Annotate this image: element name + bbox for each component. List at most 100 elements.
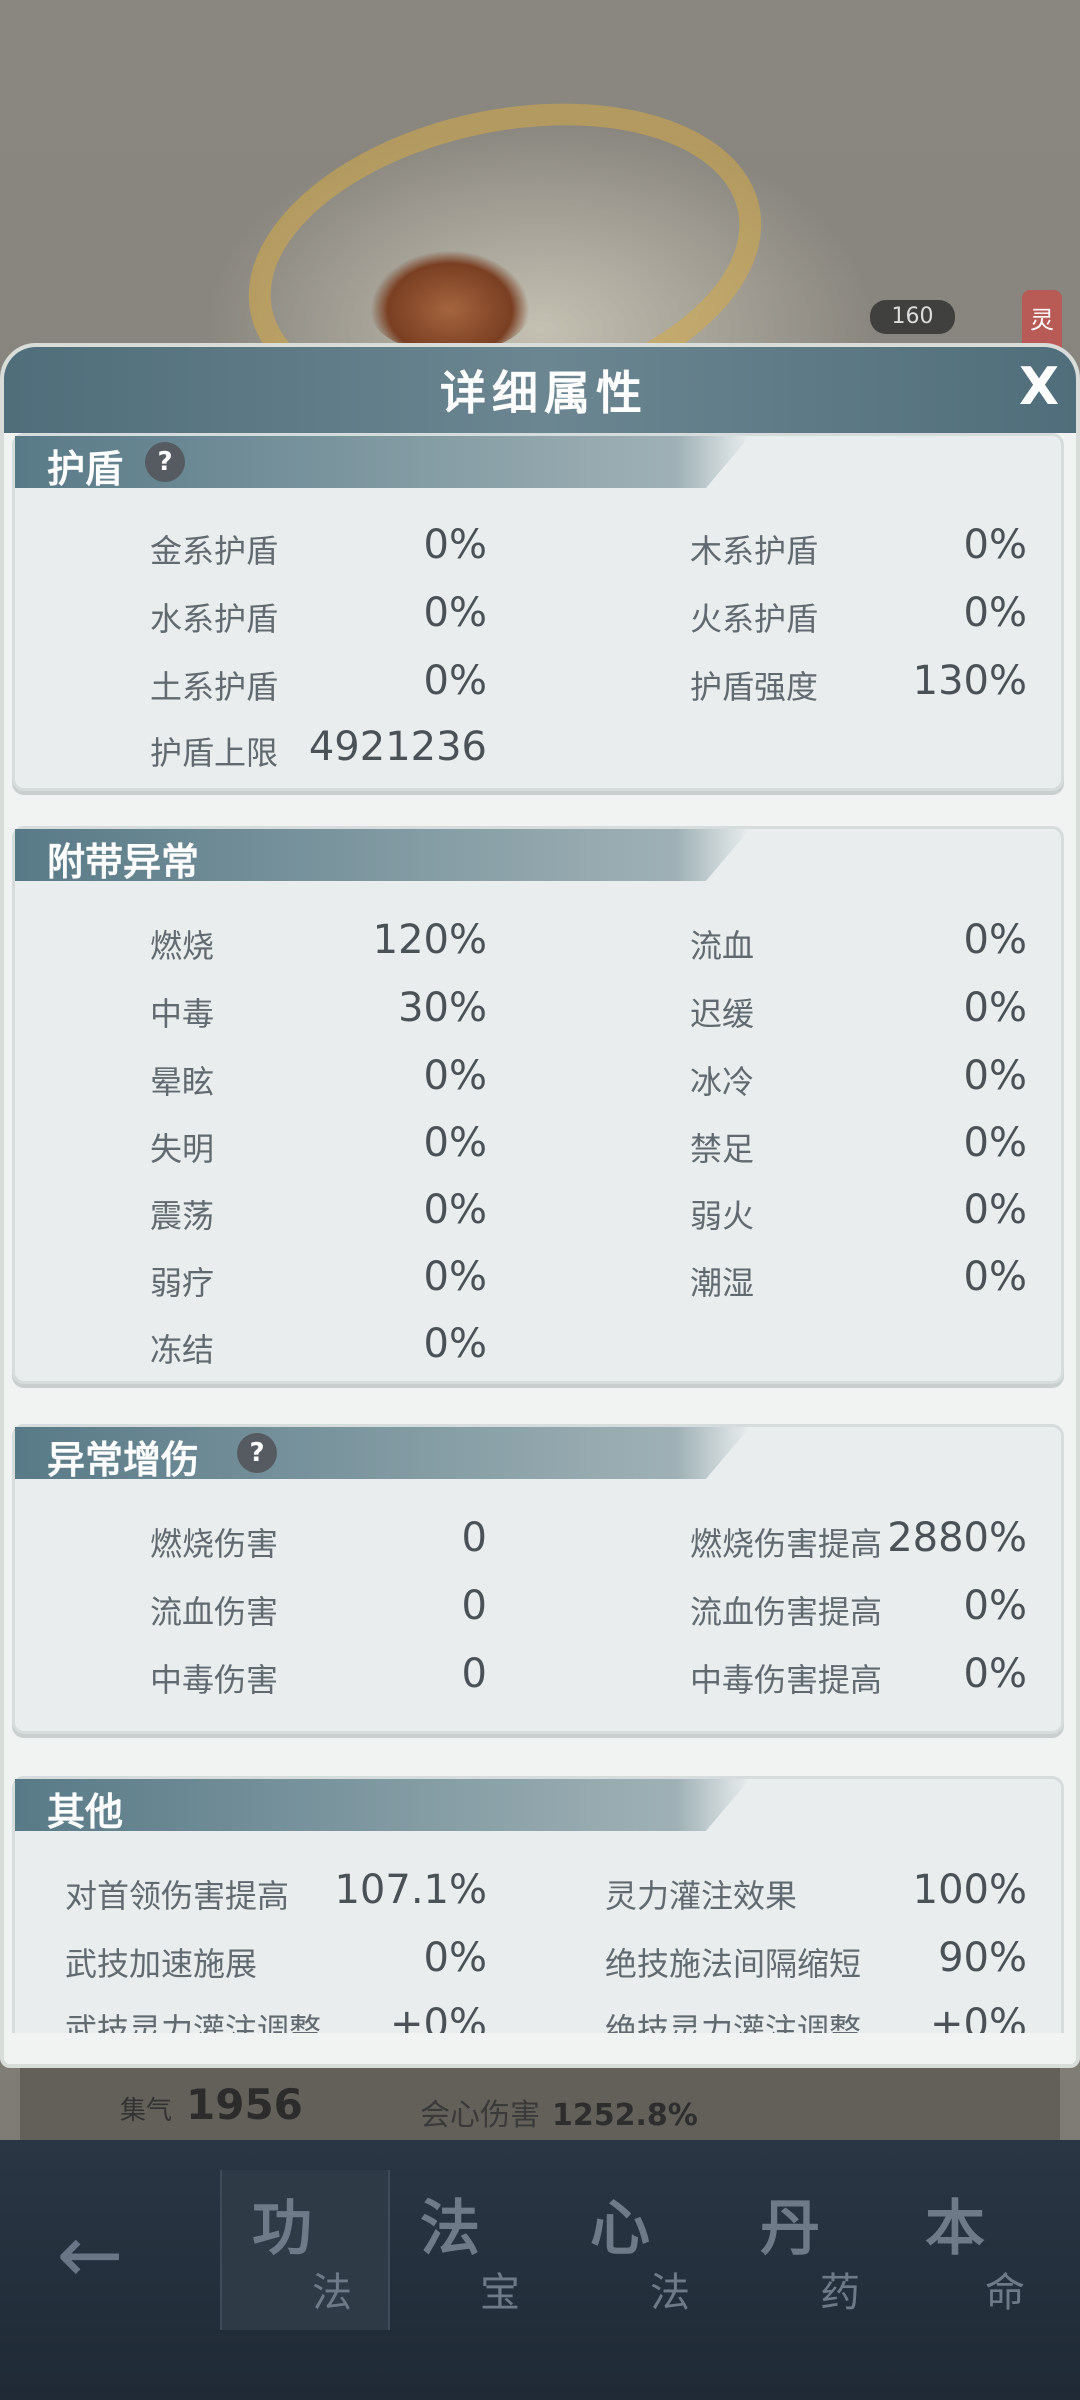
stat-value: 0%: [423, 1935, 487, 1981]
modal-header: 详细属性 X: [4, 347, 1076, 433]
stat-value: 0%: [963, 590, 1027, 636]
stat-label: 弱火: [690, 1197, 755, 1235]
help-icon[interactable]: ?: [145, 442, 185, 482]
nav-tab-danyao[interactable]: 丹 药: [730, 2170, 900, 2330]
stat-value: 0%: [423, 658, 487, 704]
stat-label: 对首领伤害提高: [65, 1877, 290, 1915]
stat-label: 迟缓: [690, 995, 755, 1033]
stat-value: 0%: [963, 917, 1027, 963]
detail-attributes-modal: 详细属性 X 护盾 ? 金系护盾 0% 木系护盾 0% 水系护盾 0% 火系护盾…: [0, 343, 1080, 2068]
attributes-scroll-area[interactable]: 护盾 ? 金系护盾 0% 木系护盾 0% 水系护盾 0% 火系护盾 0% 土系护…: [4, 433, 1076, 2033]
stat-value: 0%: [963, 985, 1027, 1031]
stat-value: 0%: [963, 1053, 1027, 1099]
stat-value: 0%: [423, 522, 487, 568]
stat-label: 绝技施法间隔缩短: [605, 1945, 862, 1983]
section-banner: [15, 1779, 750, 1831]
close-icon: X: [1018, 357, 1060, 417]
nav-tab-big-char: 心: [590, 2194, 650, 2264]
background-creature-icon: [370, 250, 530, 350]
qi-stat: 集气 1956: [120, 2080, 303, 2129]
nav-tab-small-char: 法: [312, 2270, 352, 2316]
close-button[interactable]: X: [1009, 357, 1069, 417]
stat-label: 燃烧: [150, 927, 215, 965]
arrow-left-icon: ←: [56, 2208, 124, 2301]
qi-stat-value: 1956: [186, 2080, 303, 2129]
stat-value: 0%: [423, 1053, 487, 1099]
stat-label: 禁足: [690, 1130, 755, 1168]
stat-label: 护盾强度: [690, 668, 819, 706]
stat-label: 水系护盾: [150, 600, 279, 638]
stat-label: 中毒伤害: [150, 1661, 279, 1699]
stat-label: 晕眩: [150, 1063, 215, 1101]
crit-damage-label: 会心伤害: [420, 2098, 540, 2133]
level-badge: 160: [870, 300, 955, 334]
nav-tab-xinfa[interactable]: 心 法: [560, 2170, 730, 2330]
stat-label: 土系护盾: [150, 668, 279, 706]
section-title: 附带异常: [47, 840, 200, 884]
stat-label: 潮湿: [690, 1264, 755, 1302]
help-icon[interactable]: ?: [237, 1433, 277, 1473]
nav-tab-small-char: 宝: [480, 2270, 520, 2316]
stat-label: 流血伤害: [150, 1593, 279, 1631]
stat-label: 流血: [690, 927, 755, 965]
stat-value: 0%: [423, 1120, 487, 1166]
section-shield: 护盾 ? 金系护盾 0% 木系护盾 0% 水系护盾 0% 火系护盾 0% 土系护…: [12, 433, 1064, 791]
stat-label: 燃烧伤害: [150, 1525, 279, 1563]
stat-value: 0%: [423, 1321, 487, 1367]
section-abnormal: 附带异常 燃烧 120% 流血 0% 中毒 30% 迟缓 0% 晕眩 0% 冰冷…: [12, 826, 1064, 1384]
stat-label: 弱疗: [150, 1264, 215, 1302]
stat-label: 灵力灌注效果: [605, 1877, 798, 1915]
section-other: 其他 对首领伤害提高 107.1% 灵力灌注效果 100% 武技加速施展 0% …: [12, 1776, 1064, 2033]
section-title: 其他: [47, 1790, 124, 1834]
side-tag[interactable]: 灵: [1022, 290, 1062, 350]
stat-value: 0%: [963, 522, 1027, 568]
stat-label: 金系护盾: [150, 532, 279, 570]
stat-value: 107.1%: [334, 1867, 487, 1913]
stat-label: 武技灵力灌注调整: [65, 2011, 322, 2033]
stat-label: 护盾上限: [150, 734, 279, 772]
nav-tab-small-char: 命: [985, 2270, 1025, 2316]
nav-tab-big-char: 丹: [760, 2194, 820, 2264]
stat-value: 90%: [938, 1935, 1027, 1981]
back-button[interactable]: ←: [40, 2210, 140, 2300]
stat-value: 30%: [398, 985, 487, 1031]
stat-value: 120%: [372, 917, 487, 963]
stat-label: 木系护盾: [690, 532, 819, 570]
section-abnormal-damage: 异常增伤 ? 燃烧伤害 0 燃烧伤害提高 2880% 流血伤害 0 流血伤害提高…: [12, 1424, 1064, 1734]
nav-tab-benming[interactable]: 本 命: [895, 2170, 1065, 2330]
stat-label: 冰冷: [690, 1063, 755, 1101]
stat-label: 中毒: [150, 995, 215, 1033]
nav-tab-fabao[interactable]: 法 宝: [390, 2170, 560, 2330]
stat-label: 武技加速施展: [65, 1945, 258, 1983]
stat-value: 0%: [963, 1651, 1027, 1697]
stat-value: 100%: [912, 1867, 1027, 1913]
nav-tab-big-char: 本: [925, 2194, 985, 2264]
stat-value: +0%: [390, 2001, 487, 2033]
nav-tab-small-char: 药: [820, 2270, 860, 2316]
stat-value: 0%: [423, 1254, 487, 1300]
section-banner: [15, 436, 750, 488]
crit-damage-value: 1252.8%: [552, 2098, 698, 2133]
stat-value: 0: [461, 1651, 487, 1697]
stat-label: 冻结: [150, 1331, 215, 1369]
stat-value: 4921236: [308, 724, 487, 770]
stat-value: 0%: [963, 1254, 1027, 1300]
nav-tab-gongfa[interactable]: 功 法: [220, 2170, 390, 2330]
nav-tab-big-char: 功: [252, 2194, 312, 2264]
stat-value: 0: [461, 1515, 487, 1561]
stat-label: 震荡: [150, 1197, 215, 1235]
stat-value: +0%: [930, 2001, 1027, 2033]
section-title: 护盾: [47, 447, 124, 491]
stat-label: 绝技灵力灌注调整: [605, 2011, 862, 2033]
stat-value: 0%: [423, 1187, 487, 1233]
stat-label: 失明: [150, 1130, 215, 1168]
stat-label: 火系护盾: [690, 600, 819, 638]
section-title: 异常增伤: [47, 1438, 200, 1482]
stat-value: 0%: [963, 1583, 1027, 1629]
nav-tab-small-char: 法: [650, 2270, 690, 2316]
qi-stat-label: 集气: [120, 2096, 173, 2126]
stat-value: 0: [461, 1583, 487, 1629]
nav-tab-big-char: 法: [420, 2194, 480, 2264]
crit-damage-stat: 会心伤害 1252.8%: [420, 2090, 698, 2134]
stat-value: 0%: [963, 1187, 1027, 1233]
